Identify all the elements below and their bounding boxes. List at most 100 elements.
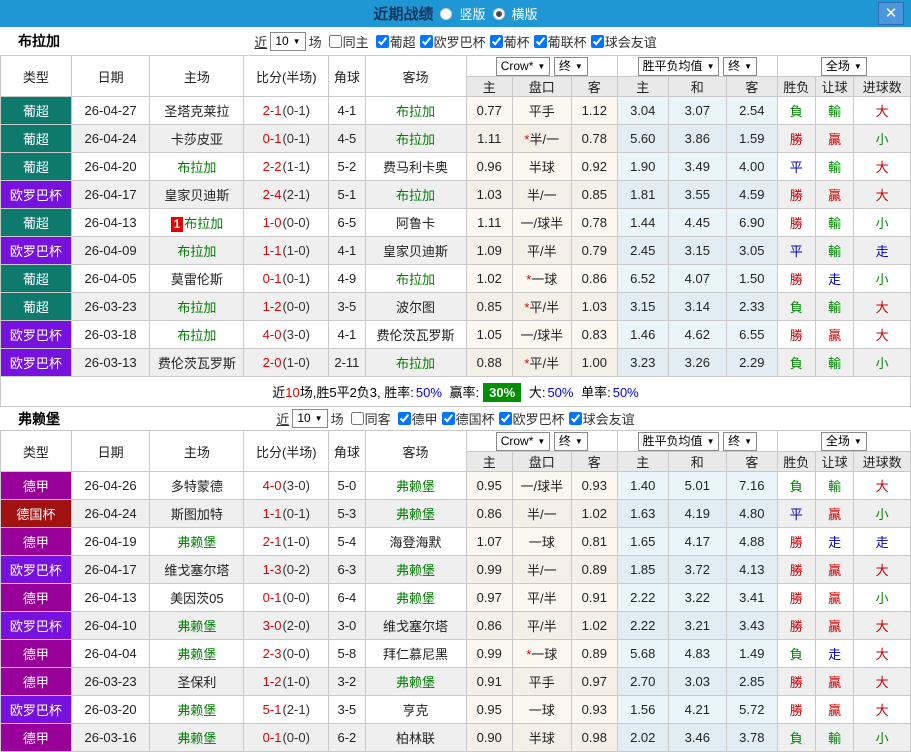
avg-stage-select[interactable]: 终 ▼: [723, 56, 758, 76]
score-cell: 2-4(2-1): [243, 180, 330, 209]
corner-cell: 3-5: [328, 292, 366, 321]
horizontal-layout-label[interactable]: 横版: [512, 4, 538, 23]
vertical-layout-radio[interactable]: [440, 7, 453, 20]
odds-away: 0.81: [570, 527, 619, 556]
euro-home: 1.85: [617, 555, 669, 584]
result-handicap: 贏: [814, 667, 855, 696]
euro-home: 3.04: [617, 96, 669, 125]
braga-results-table: 类型 日期 主场 比分(半场) 角球 客场 Crow* ▼ 终 ▼ 胜平负均值 ▼ 终…: [0, 55, 911, 407]
league-checkbox[interactable]: [489, 34, 503, 48]
vertical-layout-label[interactable]: 竖版: [459, 4, 485, 23]
league-filter[interactable]: 德国杯: [438, 409, 495, 428]
result-wdl: 勝: [776, 208, 816, 237]
col-result-handicap: 让球: [814, 451, 855, 472]
bookmaker-select[interactable]: Crow* ▼: [495, 56, 551, 76]
score-fulltime: 1-2: [262, 674, 282, 689]
league-filter[interactable]: 球会友谊: [565, 409, 635, 428]
match-count-select[interactable]: 10 ▼: [270, 31, 306, 51]
league-checkbox[interactable]: [590, 34, 604, 48]
summary-text: 赢率:: [449, 385, 480, 400]
avg-stage-select[interactable]: 终 ▼: [723, 431, 758, 451]
euro-draw: 5.01: [667, 471, 728, 500]
league-checkbox[interactable]: [397, 412, 411, 425]
score-halftime: (1-1): [282, 159, 310, 174]
same-venue-filter[interactable]: 同客: [347, 409, 391, 428]
handicap-change-star: *: [524, 356, 530, 371]
league-filter[interactable]: 德甲: [394, 409, 438, 428]
league-cell: 欧罗巴杯: [0, 320, 72, 349]
result-wdl: 勝: [776, 667, 816, 696]
league-filter[interactable]: 葡超: [372, 32, 416, 51]
score-halftime: (0-1): [282, 506, 310, 521]
euro-away: 1.49: [726, 639, 778, 668]
league-filters: 德甲 德国杯 欧罗巴杯 球会友谊: [394, 409, 635, 428]
bookmaker-select[interactable]: Crow* ▼: [495, 431, 551, 451]
col-result-handicap: 让球: [814, 76, 855, 97]
league-checkbox[interactable]: [533, 34, 547, 48]
score-cell: 0-1(0-1): [243, 264, 330, 293]
col-euro-home: 主: [617, 451, 669, 472]
away-cell: 柏林联: [364, 723, 467, 752]
result-goals: 大: [853, 555, 911, 584]
avg-odds-select[interactable]: 胜平负均值 ▼: [637, 56, 720, 76]
score-cell: 1-2(1-0): [243, 667, 330, 696]
same-venue-checkbox[interactable]: [350, 412, 364, 425]
same-venue-checkbox[interactable]: [328, 34, 342, 48]
chevron-down-icon: ▼: [292, 36, 301, 46]
result-goals: 小: [853, 208, 911, 237]
summary-text: 场,胜5平2负3, 胜率:: [299, 385, 414, 400]
odds-home: 0.77: [465, 96, 513, 125]
league-filter[interactable]: 欧罗巴杯: [495, 409, 565, 428]
league-filters: 葡超 欧罗巴杯 葡杯 葡联杯 球会友谊: [372, 32, 657, 51]
result-goals: 大: [853, 667, 911, 696]
close-button[interactable]: ✕: [878, 2, 904, 25]
same-venue-filter[interactable]: 同主: [325, 32, 369, 51]
score-halftime: (1-0): [282, 355, 310, 370]
odds-away: 1.12: [570, 96, 619, 125]
league-filter[interactable]: 葡联杯: [530, 32, 587, 51]
league-checkbox[interactable]: [375, 34, 389, 48]
league-checkbox[interactable]: [498, 412, 512, 425]
league-filter[interactable]: 球会友谊: [587, 32, 657, 51]
scope-select[interactable]: 全场 ▼: [820, 56, 867, 76]
score-cell: 1-2(0-0): [243, 292, 330, 321]
scope-select[interactable]: 全场 ▼: [820, 431, 867, 451]
result-handicap: 輸: [814, 292, 855, 321]
score-halftime: (0-0): [282, 646, 310, 661]
euro-draw: 4.17: [667, 527, 728, 556]
match-count-select[interactable]: 10 ▼: [292, 409, 328, 428]
league-filter[interactable]: 葡杯: [486, 32, 530, 51]
euro-home: 2.22: [617, 611, 669, 640]
date-cell: 26-04-24: [70, 124, 151, 153]
avg-odds-select[interactable]: 胜平负均值 ▼: [637, 431, 720, 451]
col-type: 类型: [0, 55, 72, 97]
table-row: 欧罗巴杯 26-03-18 布拉加 4-0(3-0) 4-1 费伦茨瓦罗斯 1.…: [0, 320, 911, 349]
date-cell: 26-03-23: [70, 667, 151, 696]
league-checkbox[interactable]: [441, 412, 455, 425]
euro-draw: 3.55: [667, 180, 728, 209]
league-filter[interactable]: 欧罗巴杯: [416, 32, 486, 51]
score-halftime: (0-1): [282, 103, 310, 118]
result-goals: 大: [853, 611, 911, 640]
euro-away: 5.72: [726, 695, 778, 724]
odds-away: 0.83: [570, 320, 619, 349]
result-handicap: 贏: [814, 583, 855, 612]
result-handicap: 輸: [814, 152, 855, 181]
score-fulltime: 1-0: [262, 215, 282, 230]
odds-stage-select[interactable]: 终 ▼: [553, 56, 588, 76]
result-handicap: 輸: [814, 96, 855, 125]
home-cell: 维戈塞尔塔: [149, 555, 245, 584]
summary-text: 大:: [528, 385, 546, 400]
result-handicap: 贏: [814, 124, 855, 153]
col-euro-away: 客: [726, 76, 778, 97]
result-wdl: 負: [776, 292, 816, 321]
league-checkbox[interactable]: [419, 34, 433, 48]
league-checkbox[interactable]: [568, 412, 582, 425]
odds-handicap: 平/半: [511, 583, 572, 612]
odds-home: 0.95: [465, 695, 513, 724]
horizontal-layout-radio[interactable]: [492, 7, 505, 20]
odds-stage-select[interactable]: 终 ▼: [553, 431, 588, 451]
away-cell: 皇家贝迪斯: [364, 236, 467, 265]
odds-home: 1.05: [465, 320, 513, 349]
chevron-down-icon: ▼: [706, 436, 715, 446]
